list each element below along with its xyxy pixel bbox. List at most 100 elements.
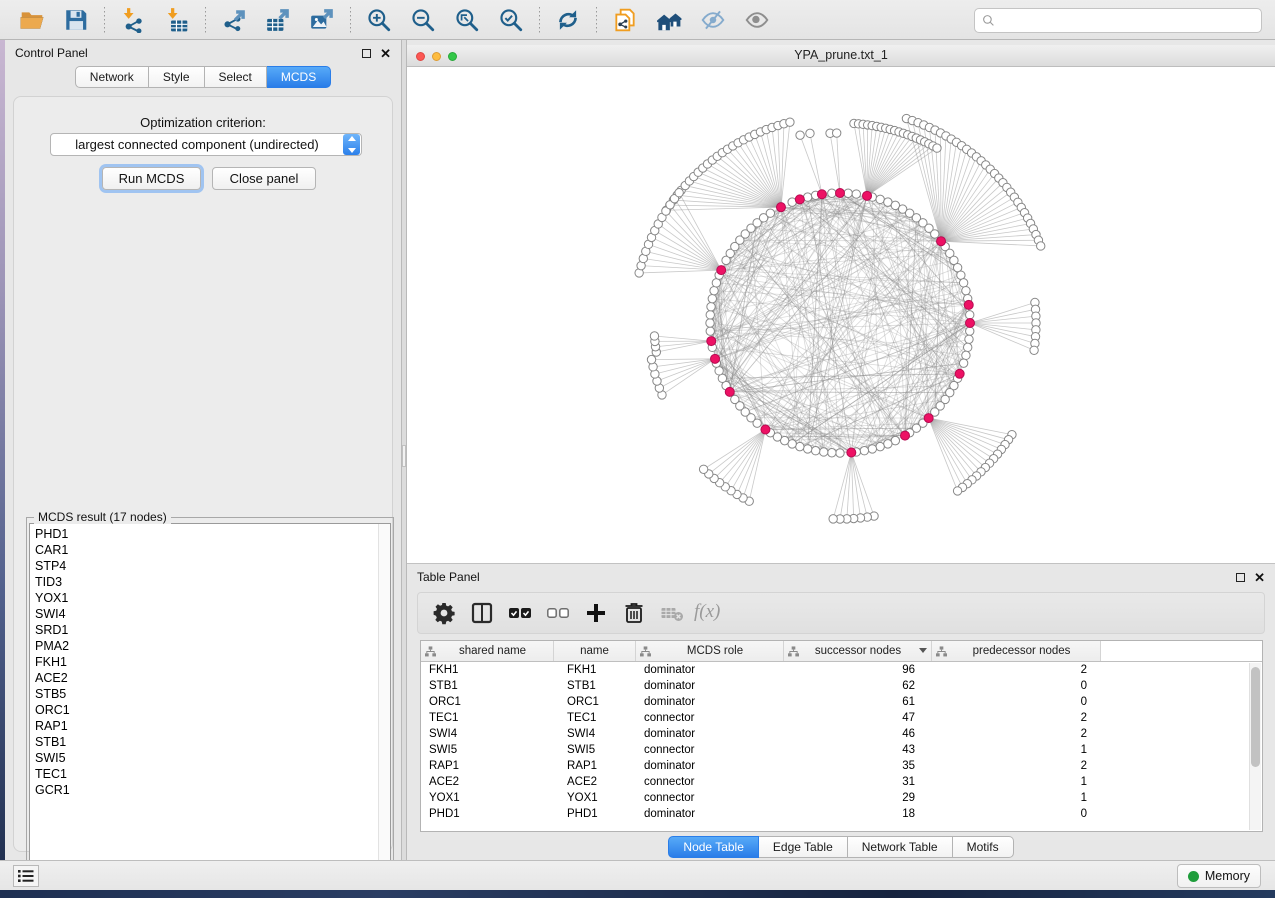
import-network-icon[interactable] [120,7,146,33]
table-cell: 18 [784,808,932,820]
show-all-icon[interactable] [744,7,770,33]
network-graph[interactable] [407,67,1275,563]
table-cell: 61 [784,696,932,708]
zoom-fit-icon[interactable] [454,7,480,33]
table-row[interactable]: ACE2ACE2connector311 [421,774,1262,790]
table-body: FKH1FKH1dominator962STB1STB1dominator620… [421,662,1262,822]
result-node-item[interactable]: STB5 [35,686,378,702]
tab-mcds[interactable]: MCDS [267,66,331,88]
table-cell: connector [636,792,784,804]
deselect-all-checkboxes-icon[interactable] [546,601,570,625]
result-node-item[interactable]: GCR1 [35,782,378,798]
add-column-icon[interactable] [584,601,608,625]
open-file-icon[interactable] [19,7,45,33]
tab-node-table[interactable]: Node Table [668,836,759,858]
close-panel-button[interactable]: Close panel [212,167,316,190]
first-neighbors-icon[interactable] [656,7,682,33]
result-node-item[interactable]: ACE2 [35,670,378,686]
result-node-item[interactable]: SRD1 [35,622,378,638]
search-field[interactable] [974,8,1262,33]
memory-status-icon [1188,871,1199,882]
result-node-item[interactable]: TID3 [35,574,378,590]
tab-motifs[interactable]: Motifs [953,836,1014,858]
zoom-in-icon[interactable] [366,7,392,33]
tab-edge-table[interactable]: Edge Table [759,836,848,858]
select-all-checkboxes-icon[interactable] [508,601,532,625]
result-node-item[interactable]: YOX1 [35,590,378,606]
result-node-item[interactable]: RAP1 [35,718,378,734]
function-builder-icon: f(x) [694,601,718,625]
table-row[interactable]: SWI5SWI5connector431 [421,742,1262,758]
result-node-item[interactable]: ORC1 [35,702,378,718]
main-toolbar [0,0,1275,40]
sort-chevron-icon[interactable] [919,648,927,657]
tab-network[interactable]: Network [75,66,149,88]
result-node-item[interactable]: STP4 [35,558,378,574]
table-cell: dominator [636,664,784,676]
table-scrollbar[interactable] [1249,663,1261,830]
result-node-item[interactable]: PHD1 [35,526,378,542]
column-header-predecessor-nodes[interactable]: predecessor nodes [932,641,1101,661]
column-header-MCDS-role[interactable]: MCDS role [636,641,784,661]
column-header-shared-name[interactable]: shared name [421,641,554,661]
mcds-result-list[interactable]: PHD1CAR1STP4TID3YOX1SWI4SRD1PMA2FKH1ACE2… [29,523,391,886]
search-input[interactable] [995,9,1261,32]
scrollbar-thumb[interactable] [1251,667,1260,767]
import-table-icon[interactable] [164,7,190,33]
export-network-icon[interactable] [221,7,247,33]
column-view-icon[interactable] [470,601,494,625]
table-cell: SWI5 [554,744,636,756]
result-node-item[interactable]: SWI4 [35,606,378,622]
refresh-view-icon[interactable] [555,7,581,33]
table-row[interactable]: RAP1RAP1dominator352 [421,758,1262,774]
table-row[interactable]: STB1STB1dominator620 [421,678,1262,694]
zoom-out-icon[interactable] [410,7,436,33]
result-node-item[interactable]: STB1 [35,734,378,750]
splitter-handle[interactable] [402,445,406,467]
table-cell: ACE2 [421,776,554,788]
save-session-icon[interactable] [63,7,89,33]
float-panel-icon[interactable] [1236,573,1245,582]
network-window-titlebar[interactable]: YPA_prune.txt_1 [407,45,1275,67]
tab-style[interactable]: Style [149,66,205,88]
close-panel-icon[interactable]: ✕ [380,47,391,60]
table-cell: ORC1 [554,696,636,708]
table-row[interactable]: PHD1PHD1dominator180 [421,806,1262,822]
memory-label: Memory [1205,869,1250,883]
table-row[interactable]: FKH1FKH1dominator962 [421,662,1262,678]
delete-column-icon[interactable] [622,601,646,625]
result-list-scrollbar[interactable] [378,524,390,885]
table-row[interactable]: SWI4SWI4dominator462 [421,726,1262,742]
task-history-button[interactable] [13,865,39,887]
network-canvas[interactable] [407,67,1275,563]
toolbar-separator [205,7,206,33]
column-header-name[interactable]: name [554,641,636,661]
table-row[interactable]: TEC1TEC1connector472 [421,710,1262,726]
criterion-dropdown[interactable]: largest connected component (undirected) [50,133,362,156]
float-panel-icon[interactable] [362,49,371,58]
zoom-selected-icon[interactable] [498,7,524,33]
clone-network-icon[interactable] [612,7,638,33]
table-cell: STB1 [421,680,554,692]
result-node-item[interactable]: CAR1 [35,542,378,558]
table-cell: 2 [932,712,1101,724]
result-node-item[interactable]: TEC1 [35,766,378,782]
result-node-item[interactable]: FKH1 [35,654,378,670]
export-image-icon[interactable] [309,7,335,33]
export-table-icon[interactable] [265,7,291,33]
hide-selected-icon[interactable] [700,7,726,33]
dropdown-stepper-icon [343,134,360,155]
table-cell: 1 [932,776,1101,788]
table-row[interactable]: ORC1ORC1dominator610 [421,694,1262,710]
close-panel-icon[interactable]: ✕ [1254,571,1265,584]
tab-network-table[interactable]: Network Table [848,836,953,858]
tab-select[interactable]: Select [205,66,267,88]
memory-button[interactable]: Memory [1177,864,1261,888]
toolbar-separator [539,7,540,33]
table-row[interactable]: YOX1YOX1connector291 [421,790,1262,806]
result-node-item[interactable]: PMA2 [35,638,378,654]
run-mcds-button[interactable]: Run MCDS [102,167,201,190]
gear-icon[interactable] [432,601,456,625]
column-header-successor-nodes[interactable]: successor nodes [784,641,932,661]
result-node-item[interactable]: SWI5 [35,750,378,766]
